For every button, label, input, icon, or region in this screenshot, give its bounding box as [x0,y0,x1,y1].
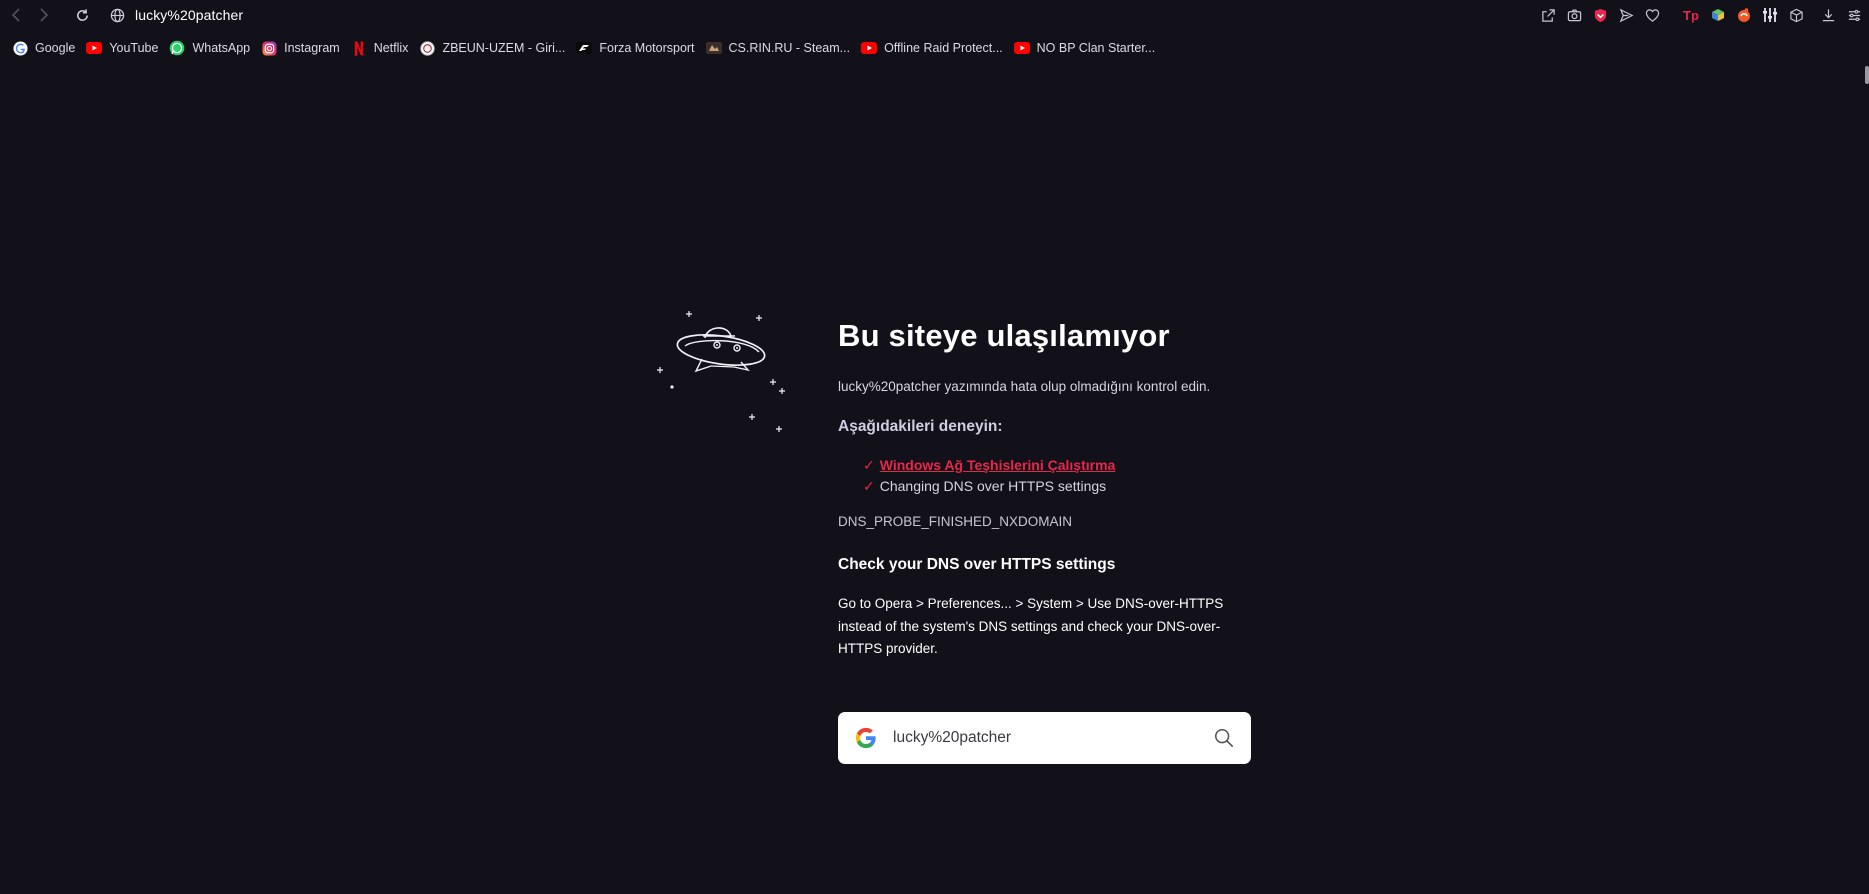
downloads-button[interactable] [1815,2,1841,28]
search-icon[interactable] [1213,727,1235,749]
extension-2-button[interactable] [1705,2,1731,28]
bookmark-label: Forza Motorsport [599,41,695,55]
search-box[interactable]: lucky%20patcher [838,712,1251,764]
suggestions-heading: Aşağıdakileri deneyin: [838,418,1003,435]
address-bar: lucky%20patcher Tp [0,0,1869,30]
suggestion-item: ✓ Windows Ağ Teşhislerini Çalıştırma [863,455,1258,476]
suggestions-list: ✓ Windows Ağ Teşhislerini Çalıştırma ✓ C… [863,455,1258,497]
dns-instructions: Go to Opera > Preferences... > System > … [838,596,1224,656]
bookmark-label: WhatsApp [192,41,251,55]
google-icon [855,727,877,749]
bookmark-youtube[interactable]: YouTube [86,40,158,56]
bookmark-label: CS.RIN.RU - Steam... [728,41,851,55]
youtube-icon [1013,40,1030,56]
bookmark-label: Netflix [373,41,409,55]
bookmark-label: ZBEUN-UZEM - Giri... [442,41,566,55]
whatsapp-icon [169,40,185,56]
back-button[interactable] [2,1,30,29]
bookmark-zbeun[interactable]: ZBEUN-UZEM - Giri... [419,40,565,56]
extension-3-button[interactable] [1731,2,1757,28]
site-info-button[interactable] [110,8,125,23]
netflix-icon [351,40,367,56]
bookmark-label: Google [35,41,76,55]
check-icon: ✓ [863,457,875,473]
extensions-button[interactable] [1783,2,1809,28]
suggestion-text: Changing DNS over HTTPS settings [879,478,1107,494]
bookmark-label: Instagram [284,41,340,55]
shield-icon [1594,8,1606,22]
sliders-icon [1763,8,1777,22]
scrollbar-thumb[interactable] [1865,66,1869,84]
bookmark-whatsapp[interactable]: WhatsApp [169,40,250,56]
heart-icon [1645,8,1659,22]
network-diagnostics-link[interactable]: Windows Ağ Teşhislerini Çalıştırma [880,455,1116,476]
svg-text:Tp: Tp [1683,8,1699,23]
ufo-illustration [657,311,785,432]
google-icon [12,40,28,56]
toolbar-right: Tp [1535,0,1869,30]
send-icon [1619,8,1633,22]
share-button[interactable] [1535,2,1561,28]
forza-icon [576,40,593,56]
download-icon [1822,8,1834,21]
tp-extension-icon: Tp [1683,8,1699,23]
extension-cube-colored-icon [1712,9,1724,21]
globe-icon [110,8,125,22]
youtube-icon [861,40,878,56]
bookmark-google[interactable]: Google [12,40,75,56]
camera-icon [1567,9,1581,21]
easy-setup-button[interactable] [1757,2,1783,28]
bookmarks-bar: Google YouTube WhatsApp Instagram Netfli… [0,30,1869,66]
chevron-left-icon [11,8,20,22]
search-input[interactable]: lucky%20patcher [893,729,1213,747]
check-icon: ✓ [863,478,875,494]
bookmark-nobp-clan[interactable]: NO BP Clan Starter... [1013,40,1156,56]
url-field[interactable]: lucky%20patcher [135,7,243,23]
favorite-button[interactable] [1639,2,1665,28]
youtube-icon [86,40,103,56]
extension-orange-icon [1738,8,1750,22]
error-code: DNS_PROBE_FINISHED_NXDOMAIN [838,514,1073,529]
error-subtitle: lucky%20patcher yazımında hata olup olma… [838,379,1211,394]
send-button[interactable] [1613,2,1639,28]
bookmark-instagram[interactable]: Instagram [261,40,340,56]
snapshot-button[interactable] [1561,2,1587,28]
suggestion-item: ✓ Changing DNS over HTTPS settings [863,476,1258,497]
dns-heading: Check your DNS over HTTPS settings [838,556,1116,573]
bookmark-offline-raid[interactable]: Offline Raid Protect... [861,40,1003,56]
adblock-button[interactable] [1587,2,1613,28]
forward-button[interactable] [30,1,58,29]
reload-icon [76,8,88,21]
bookmark-label: NO BP Clan Starter... [1036,41,1156,55]
bookmark-forza[interactable]: Forza Motorsport [576,40,695,56]
cube-icon [1789,8,1803,22]
bookmark-netflix[interactable]: Netflix [351,40,409,56]
zbeun-icon [419,40,435,56]
error-title: Bu siteye ulaşılamıyor [838,318,1170,353]
reload-button[interactable] [68,1,96,29]
chevron-right-icon [40,8,49,22]
bookmark-label: Offline Raid Protect... [884,41,1003,55]
bookmark-csrin[interactable]: CS.RIN.RU - Steam... [705,40,851,56]
instagram-icon [261,40,277,56]
extension-tp-button[interactable]: Tp [1679,2,1705,28]
csrin-icon [705,40,722,56]
bookmark-label: YouTube [109,41,159,55]
error-content: Bu siteye ulaşılamıyor lucky%20patcher y… [838,318,1258,661]
easy-setup-menu-button[interactable] [1841,2,1867,28]
share-icon [1541,8,1555,22]
settings-menu-icon [1848,9,1860,21]
